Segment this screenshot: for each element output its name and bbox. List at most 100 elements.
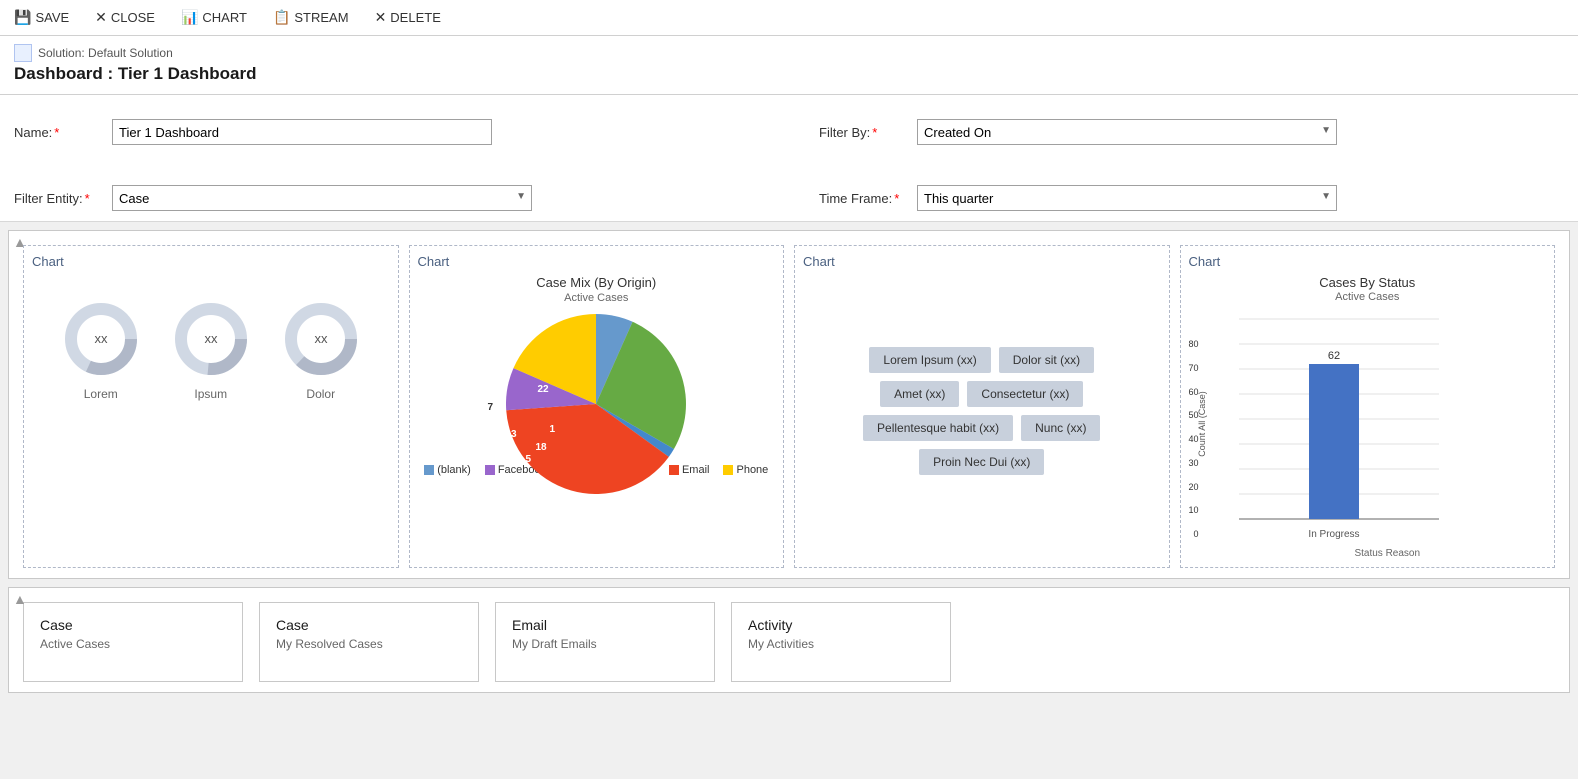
svg-text:xx: xx bbox=[204, 331, 218, 346]
filter-entity-row: Filter Entity:* Case bbox=[14, 171, 789, 225]
bar-chart-title: Cases By Status bbox=[1189, 275, 1547, 290]
charts-row: Chart xx Lorem xx bbox=[9, 231, 1569, 578]
list-card-3-title: Email bbox=[512, 617, 698, 633]
filter-entity-select-wrapper: Case bbox=[112, 185, 532, 211]
stream-label: STREAM bbox=[294, 10, 348, 25]
time-frame-label: Time Frame:* bbox=[819, 191, 909, 206]
tag-nunc[interactable]: Nunc (xx) bbox=[1021, 415, 1100, 441]
filter-entity-select[interactable]: Case bbox=[112, 185, 532, 211]
tag-row-4: Proin Nec Dui (xx) bbox=[919, 449, 1044, 475]
chart4-header: Chart bbox=[1189, 254, 1547, 269]
donut-label-3: Dolor bbox=[306, 387, 335, 401]
filter-by-label: Filter By:* bbox=[819, 125, 909, 140]
tag-proin[interactable]: Proin Nec Dui (xx) bbox=[919, 449, 1044, 475]
toolbar: 💾 SAVE ✕ CLOSE 📊 CHART 📋 STREAM ✕ DELETE bbox=[0, 0, 1578, 36]
y-axis-label: Count All (Case) bbox=[1196, 391, 1206, 457]
time-frame-select[interactable]: This quarter bbox=[917, 185, 1337, 211]
name-row: Name:* bbox=[14, 105, 789, 159]
donut-svg-2: xx bbox=[171, 299, 251, 379]
chart-panel-4: Chart Cases By Status Active Cases 80 70… bbox=[1180, 245, 1556, 568]
filter-by-select-wrapper: Created On bbox=[917, 119, 1337, 145]
tag-row-2: Amet (xx) Consectetur (xx) bbox=[880, 381, 1083, 407]
legend-blank: (blank) bbox=[424, 464, 471, 476]
chart-button[interactable]: 📊 CHART bbox=[177, 7, 251, 28]
list-card-3-subtitle: My Draft Emails bbox=[512, 637, 698, 651]
tag-pellentesque[interactable]: Pellentesque habit (xx) bbox=[863, 415, 1013, 441]
solution-icon bbox=[14, 44, 32, 62]
delete-label: DELETE bbox=[390, 10, 441, 25]
tag-row-3: Pellentesque habit (xx) Nunc (xx) bbox=[863, 415, 1100, 441]
legend-phone: Phone bbox=[723, 464, 768, 476]
close-icon: ✕ bbox=[95, 9, 107, 26]
time-frame-select-wrapper: This quarter bbox=[917, 185, 1337, 211]
svg-text:xx: xx bbox=[94, 331, 108, 346]
pie-chart-subtitle: Active Cases bbox=[418, 292, 776, 304]
svg-text:In Progress: In Progress bbox=[1308, 529, 1359, 540]
tag-lorem-ipsum[interactable]: Lorem Ipsum (xx) bbox=[869, 347, 990, 373]
charts-section-panel: ▲ Chart xx Lorem bbox=[8, 230, 1570, 579]
list-card-1-title: Case bbox=[40, 617, 226, 633]
time-frame-row: Time Frame:* This quarter bbox=[819, 171, 1564, 225]
solution-line: Solution: Default Solution bbox=[14, 44, 1564, 62]
chart-panel-1: Chart xx Lorem xx bbox=[23, 245, 399, 568]
list-card-2-subtitle: My Resolved Cases bbox=[276, 637, 462, 651]
chart-label: CHART bbox=[202, 10, 247, 25]
bar-chart-subtitle: Active Cases bbox=[1189, 291, 1547, 303]
chart2-header: Chart bbox=[418, 254, 776, 269]
donut-charts-container: xx Lorem xx Ipsum bbox=[32, 299, 390, 401]
stream-button[interactable]: 📋 STREAM bbox=[269, 7, 353, 28]
chart-icon: 📊 bbox=[181, 9, 198, 26]
stream-icon: 📋 bbox=[273, 9, 290, 26]
save-button[interactable]: 💾 SAVE bbox=[10, 7, 73, 28]
donut-svg-3: xx bbox=[281, 299, 361, 379]
bar-chart-svg: 62 In Progress bbox=[1229, 309, 1449, 549]
list-card-2-title: Case bbox=[276, 617, 462, 633]
x-axis-label: Status Reason bbox=[1229, 548, 1547, 559]
list-card-1-subtitle: Active Cases bbox=[40, 637, 226, 651]
donut-item-1: xx Lorem bbox=[61, 299, 141, 401]
donut-label-2: Ipsum bbox=[194, 387, 227, 401]
list-section-panel: ▲ Case Active Cases Case My Resolved Cas… bbox=[8, 587, 1570, 693]
chart-panel-2: Chart Case Mix (By Origin) Active Cases bbox=[409, 245, 785, 568]
main-content: ▲ Chart xx Lorem bbox=[0, 222, 1578, 709]
bar-in-progress[interactable] bbox=[1309, 364, 1359, 519]
bar-chart-wrapper: 80 70 60 50 40 30 20 10 0 bbox=[1189, 309, 1547, 559]
list-card-3[interactable]: Email My Draft Emails bbox=[495, 602, 715, 682]
form-section: Name:* Filter Entity:* Case Entity View:… bbox=[0, 95, 1578, 222]
delete-icon: ✕ bbox=[375, 9, 387, 26]
tag-dolor-sit[interactable]: Dolor sit (xx) bbox=[999, 347, 1094, 373]
chart3-header: Chart bbox=[803, 254, 1161, 269]
name-label: Name:* bbox=[14, 125, 104, 140]
tag-buttons-container: Lorem Ipsum (xx) Dolor sit (xx) Amet (xx… bbox=[803, 289, 1161, 533]
donut-item-3: xx Dolor bbox=[281, 299, 361, 401]
list-card-4-subtitle: My Activities bbox=[748, 637, 934, 651]
filter-entity-label: Filter Entity:* bbox=[14, 191, 104, 206]
close-label: CLOSE bbox=[111, 10, 155, 25]
donut-label-1: Lorem bbox=[84, 387, 118, 401]
name-input[interactable] bbox=[112, 119, 492, 145]
solution-label: Solution: Default Solution bbox=[38, 46, 173, 60]
resize-handle-2[interactable]: ▲ bbox=[13, 592, 27, 606]
pie-svg bbox=[506, 314, 686, 494]
delete-button[interactable]: ✕ DELETE bbox=[371, 7, 445, 28]
tag-consectetur[interactable]: Consectetur (xx) bbox=[967, 381, 1083, 407]
pie-chart-title: Case Mix (By Origin) bbox=[418, 275, 776, 290]
save-label: SAVE bbox=[35, 10, 69, 25]
filter-by-select[interactable]: Created On bbox=[917, 119, 1337, 145]
list-card-1[interactable]: Case Active Cases bbox=[23, 602, 243, 682]
list-card-4-title: Activity bbox=[748, 617, 934, 633]
list-card-4[interactable]: Activity My Activities bbox=[731, 602, 951, 682]
page-header: Solution: Default Solution Dashboard : T… bbox=[0, 36, 1578, 95]
chart-panel-3: Chart Lorem Ipsum (xx) Dolor sit (xx) Am… bbox=[794, 245, 1170, 568]
close-button[interactable]: ✕ CLOSE bbox=[91, 7, 159, 28]
svg-text:62: 62 bbox=[1327, 350, 1339, 362]
chart1-header: Chart bbox=[32, 254, 390, 269]
list-row: Case Active Cases Case My Resolved Cases… bbox=[9, 588, 1569, 692]
save-icon: 💾 bbox=[14, 9, 31, 26]
page-title: Dashboard : Tier 1 Dashboard bbox=[14, 64, 1564, 84]
donut-svg-1: xx bbox=[61, 299, 141, 379]
list-card-2[interactable]: Case My Resolved Cases bbox=[259, 602, 479, 682]
donut-item-2: xx Ipsum bbox=[171, 299, 251, 401]
tag-row-1: Lorem Ipsum (xx) Dolor sit (xx) bbox=[869, 347, 1094, 373]
tag-amet[interactable]: Amet (xx) bbox=[880, 381, 959, 407]
